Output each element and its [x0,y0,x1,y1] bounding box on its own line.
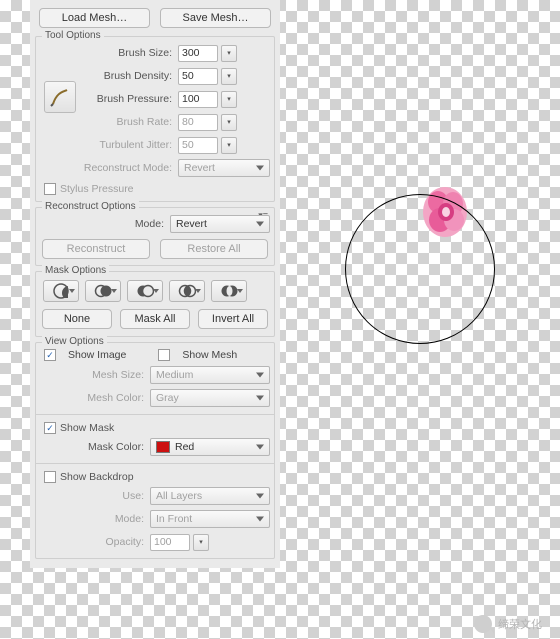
show-mesh-checkbox[interactable] [158,349,170,361]
load-mesh-button[interactable]: Load Mesh… [39,8,150,28]
mask-color-label: Mask Color: [40,441,150,453]
stylus-pressure-checkbox [44,183,56,195]
brush-size-input[interactable] [178,45,218,62]
tool-options-title: Tool Options [42,30,104,41]
backdrop-opacity-label: Opacity: [40,536,150,548]
warp-tool-icon [49,86,71,108]
view-options-title: View Options [42,336,107,347]
mask-subtract-chip[interactable] [127,280,163,302]
show-mask-checkbox[interactable] [44,422,56,434]
brush-pressure-stepper[interactable]: ▾ [221,91,237,108]
tool-options-group: Tool Options Brush Size: ▾ Brush Densit [35,36,275,202]
show-image-label: Show Image [68,349,126,361]
wechat-icon [474,615,492,633]
mesh-size-value: Medium [156,369,193,381]
mask-none-button[interactable]: None [42,309,112,329]
backdrop-mode-label: Mode: [40,513,150,525]
mask-invert-icon [220,282,238,300]
mask-circle-icon [52,282,70,300]
backdrop-use-label: Use: [40,490,150,502]
mask-invert-chip[interactable] [211,280,247,302]
save-mesh-button[interactable]: Save Mesh… [160,8,271,28]
mesh-color-label: Mesh Color: [40,392,150,404]
show-backdrop-label: Show Backdrop [60,471,134,483]
reconstruct-options-group: Reconstruct Options ▾≡ Mode: Revert Reco… [35,207,275,266]
backdrop-opacity-stepper: ▾ [193,534,209,551]
brush-rate-input [178,114,218,131]
watermark-text: 缔荣文化 [498,616,542,632]
backdrop-use-select: All Layers [150,487,270,505]
mask-color-select[interactable]: Red [150,438,270,456]
mask-color-swatch [156,441,170,453]
show-backdrop-checkbox[interactable] [44,471,56,483]
stylus-pressure-label: Stylus Pressure [60,183,134,195]
reconstruct-button: Reconstruct [42,239,150,259]
mask-color-value: Red [175,441,194,453]
mask-intersect-chip[interactable] [169,280,205,302]
backdrop-mode-select: In Front [150,510,270,528]
backdrop-use-value: All Layers [156,490,202,502]
turbulent-jitter-input [178,137,218,154]
mesh-color-value: Gray [156,392,179,404]
mask-intersect-icon [178,282,196,300]
brush-size-stepper[interactable]: ▾ [221,45,237,62]
show-mask-label: Show Mask [60,422,114,434]
backdrop-opacity-input [150,534,190,551]
reconstruct-mode-value: Revert [184,162,215,174]
watermark: 缔荣文化 [474,615,542,633]
reconstruct-mode-select2[interactable]: Revert [170,215,270,233]
brush-cursor [345,194,495,344]
brush-density-input[interactable] [178,68,218,85]
show-mesh-label: Show Mesh [182,349,237,361]
brush-density-stepper[interactable]: ▾ [221,68,237,85]
mask-all-button[interactable]: Mask All [120,309,190,329]
view-options-group: View Options Show Image Show Mesh Mesh S… [35,342,275,559]
brush-size-label: Brush Size: [78,47,178,59]
mask-add-chip[interactable] [85,280,121,302]
mask-options-title: Mask Options [42,265,109,276]
turbulent-jitter-stepper: ▾ [221,137,237,154]
mesh-color-select: Gray [150,389,270,407]
reconstruct-mode-label2: Mode: [40,218,170,230]
restore-all-button: Restore All [160,239,268,259]
liquify-panel: Load Mesh… Save Mesh… Tool Options Brush… [30,0,280,568]
mask-add-icon [94,282,112,300]
mesh-size-select: Medium [150,366,270,384]
brush-rate-stepper: ▾ [221,114,237,131]
show-image-checkbox[interactable] [44,349,56,361]
mask-replace-chip[interactable] [43,280,79,302]
turbulent-jitter-label: Turbulent Jitter: [78,139,178,151]
mesh-size-label: Mesh Size: [40,369,150,381]
backdrop-mode-value: In Front [156,513,192,525]
brush-rate-label: Brush Rate: [78,116,178,128]
brush-pressure-input[interactable] [178,91,218,108]
brush-density-label: Brush Density: [78,70,178,82]
mask-invert-all-button[interactable]: Invert All [198,309,268,329]
reconstruct-mode-value2: Revert [176,218,207,230]
reconstruct-mode-label: Reconstruct Mode: [78,162,178,174]
reconstruct-options-title: Reconstruct Options [42,201,139,212]
mask-options-group: Mask Options None Mask All Invert All [35,271,275,337]
brush-pressure-label: Brush Pressure: [78,93,178,105]
tool-preview-icon[interactable] [44,81,76,113]
mask-subtract-icon [136,282,154,300]
reconstruct-mode-select: Revert [178,159,270,177]
